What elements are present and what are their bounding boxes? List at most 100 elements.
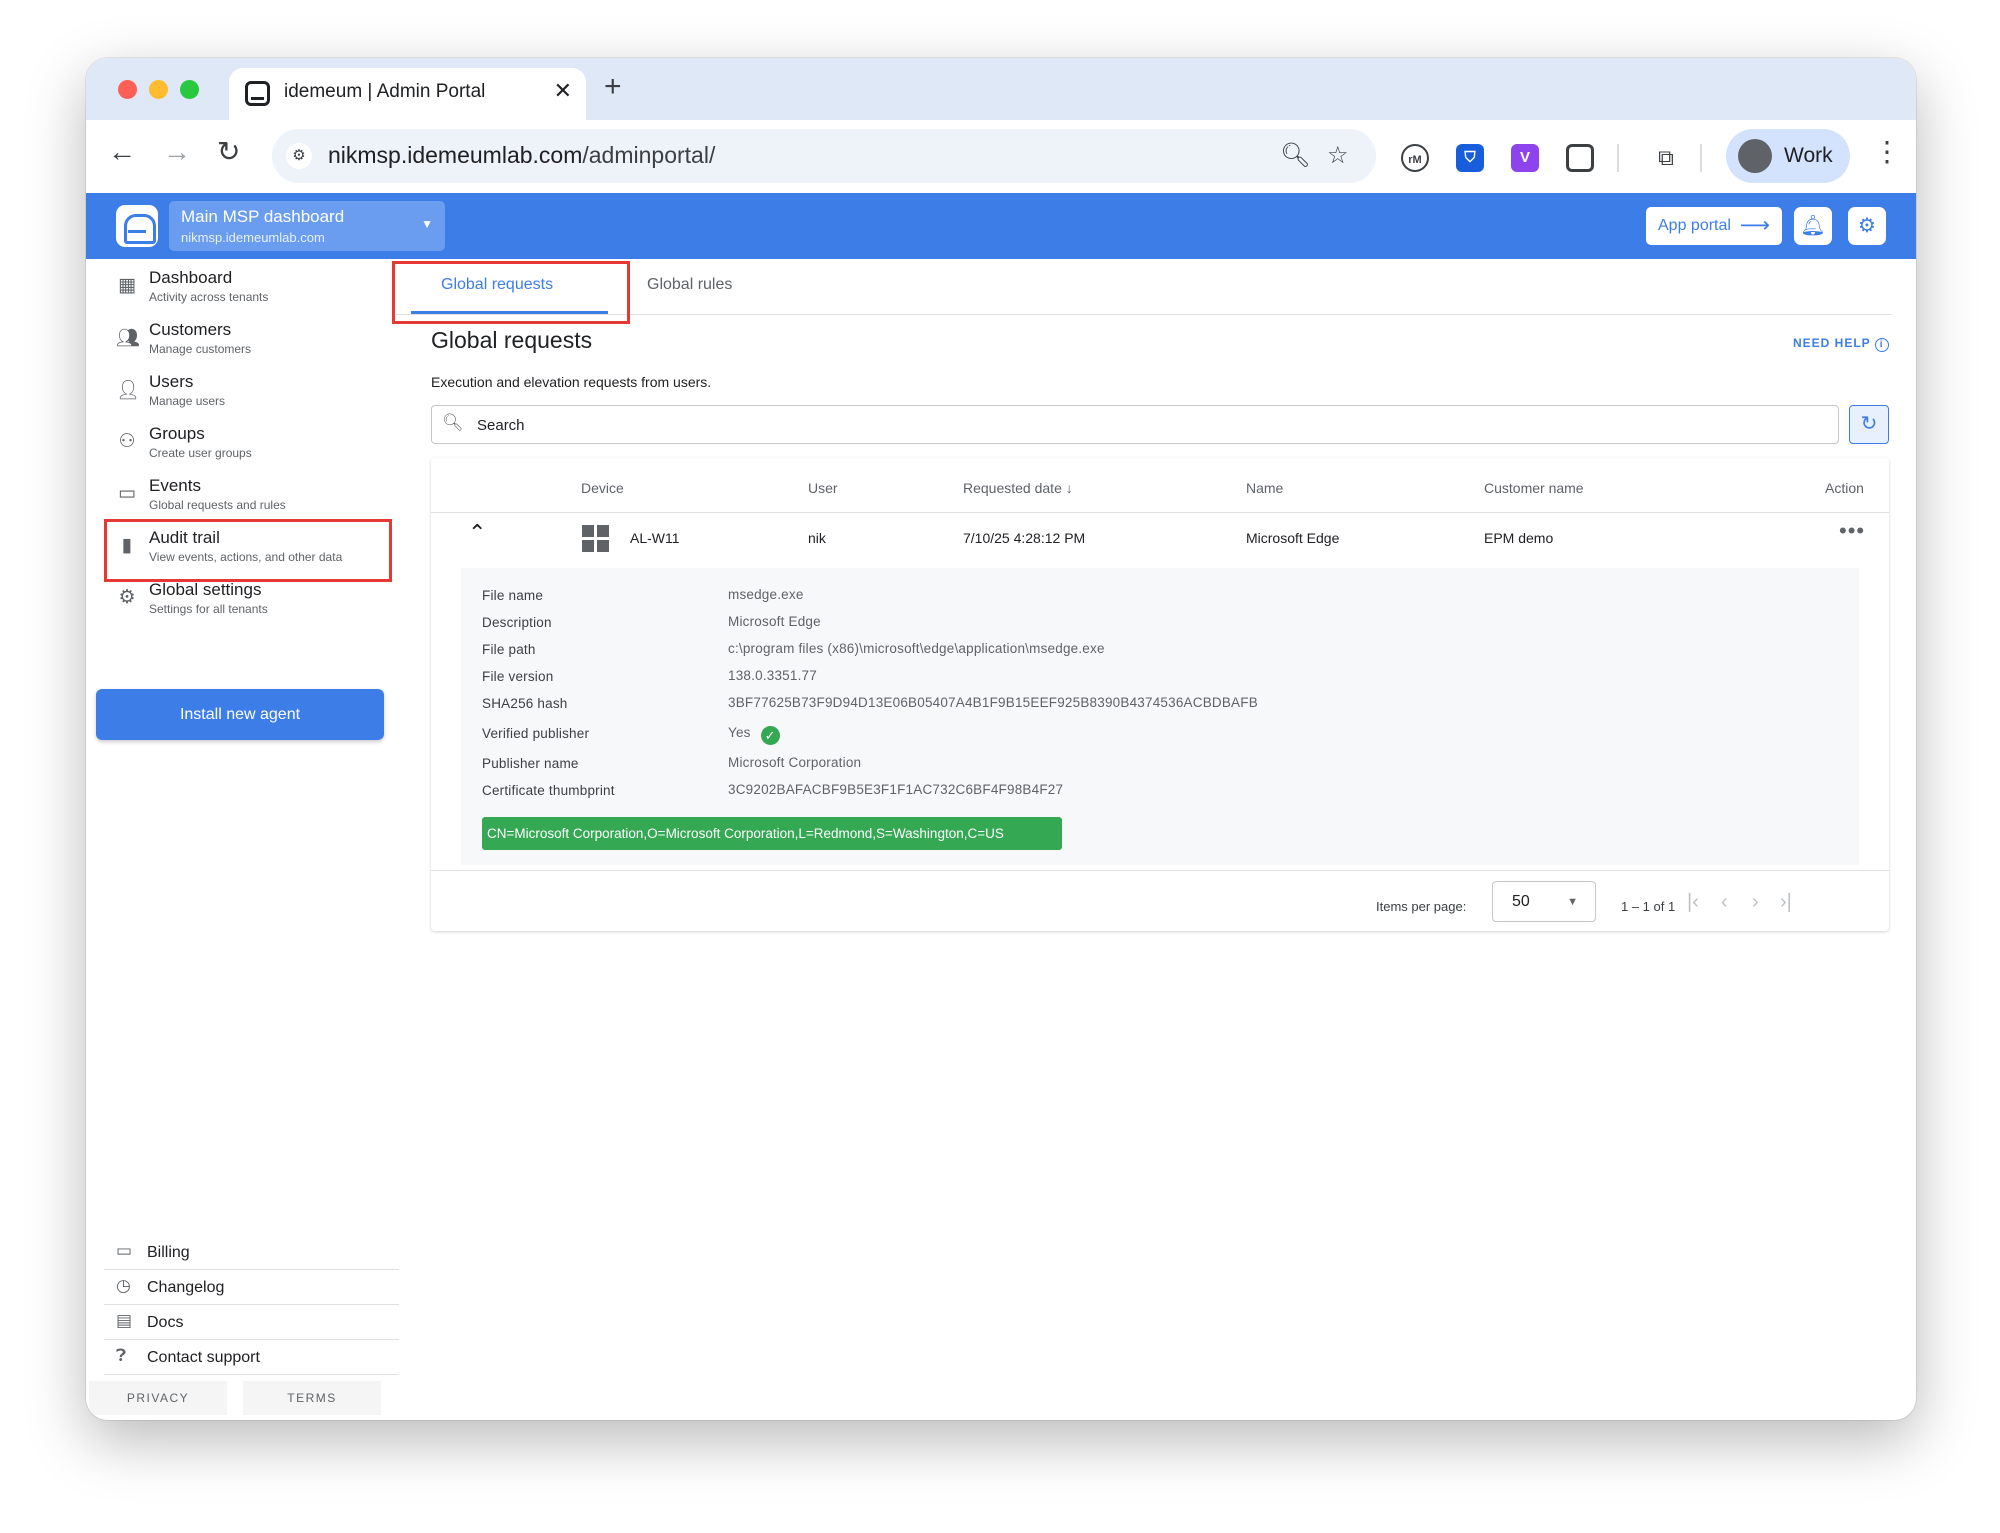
contact-support-link[interactable]: ❓︎ Contact support bbox=[104, 1341, 399, 1375]
new-tab-button[interactable]: + bbox=[604, 70, 622, 104]
certificate-subject-badge: CN=Microsoft Corporation,O=Microsoft Cor… bbox=[482, 817, 1062, 850]
column-header-action: Action bbox=[1825, 480, 1864, 496]
caret-down-icon: ▼ bbox=[421, 217, 433, 231]
notifications-bell-icon[interactable]: 🔔︎ bbox=[1794, 207, 1832, 245]
items-per-page-label: Items per page: bbox=[1376, 899, 1467, 914]
history-icon: ◷ bbox=[116, 1276, 131, 1295]
cell-requested-date: 7/10/25 4:28:12 PM bbox=[963, 530, 1086, 546]
maximize-window-button[interactable] bbox=[180, 80, 199, 99]
detail-label: File name bbox=[482, 588, 544, 603]
toolbar-divider bbox=[1700, 144, 1702, 172]
sidebar-item-dashboard[interactable]: ▦ Dashboard Activity across tenants bbox=[104, 266, 379, 316]
search-tab-icon[interactable]: ⧉ bbox=[1652, 144, 1680, 172]
v-extension-icon[interactable]: V bbox=[1511, 144, 1539, 172]
bitwarden-extension-icon[interactable]: ⛉ bbox=[1456, 144, 1484, 172]
terms-link[interactable]: TERMS bbox=[243, 1381, 381, 1415]
sidebar-item-subtitle: Activity across tenants bbox=[149, 290, 269, 304]
header-divider bbox=[431, 512, 1889, 513]
zoom-icon[interactable]: 🔍︎ bbox=[1280, 141, 1310, 170]
site-info-icon[interactable]: ⚙ bbox=[286, 143, 312, 169]
billing-link[interactable]: ▭ Billing bbox=[104, 1236, 399, 1270]
detail-label: Description bbox=[482, 615, 552, 630]
remarkable-extension-icon[interactable]: rM bbox=[1401, 144, 1429, 172]
sort-arrow-down-icon: ↓ bbox=[1065, 480, 1073, 496]
browser-menu-icon[interactable]: ⋮ bbox=[1873, 138, 1901, 166]
changelog-label: Changelog bbox=[147, 1279, 225, 1296]
tab-title: idemeum | Admin Portal bbox=[284, 81, 486, 102]
sidebar-item-title: Users bbox=[149, 372, 194, 391]
tab-global-rules[interactable]: Global rules bbox=[647, 276, 732, 294]
collapse-chevron-up-icon[interactable]: ⌃ bbox=[468, 520, 486, 546]
reload-button[interactable]: ↻ bbox=[217, 138, 240, 166]
caret-down-icon: ▼ bbox=[1567, 896, 1578, 908]
last-page-icon[interactable]: ›| bbox=[1780, 891, 1792, 914]
column-header-requested-date[interactable]: Requested date ↓ bbox=[963, 480, 1073, 496]
install-new-agent-button[interactable]: Install new agent bbox=[96, 689, 384, 740]
sidebar-item-groups[interactable]: ⚇ Groups Create user groups bbox=[104, 422, 379, 472]
sidebar-item-subtitle: Manage users bbox=[149, 394, 226, 408]
search-icon: 🔍︎ bbox=[442, 413, 464, 432]
tenant-title: Main MSP dashboard bbox=[181, 207, 345, 226]
detail-value: msedge.exe bbox=[728, 587, 804, 602]
settings-gear-icon[interactable]: ⚙ bbox=[1848, 207, 1886, 245]
column-header-user[interactable]: User bbox=[808, 480, 838, 496]
page-description: Execution and elevation requests from us… bbox=[431, 374, 712, 390]
close-window-button[interactable] bbox=[118, 80, 137, 99]
browser-window: idemeum | Admin Portal ✕ + ← → ↻ ⚙ nikms… bbox=[86, 58, 1916, 1420]
back-button[interactable]: ← bbox=[108, 138, 136, 166]
sidebar-item-events[interactable]: ▭ Events Global requests and rules bbox=[104, 474, 379, 524]
tenant-selector[interactable]: Main MSP dashboard nikmsp.idemeumlab.com… bbox=[169, 201, 445, 251]
browser-tab[interactable]: idemeum | Admin Portal ✕ bbox=[229, 68, 586, 120]
search-input[interactable]: 🔍︎ Search bbox=[431, 405, 1839, 444]
arrow-right-icon: ⟶ bbox=[1739, 214, 1770, 237]
profile-button[interactable]: Work bbox=[1726, 129, 1850, 183]
column-header-device[interactable]: Device bbox=[581, 480, 624, 496]
row-actions-menu-icon[interactable]: ••• bbox=[1839, 518, 1865, 544]
tab-highlight-box bbox=[392, 261, 630, 324]
changelog-link[interactable]: ◷ Changelog bbox=[104, 1271, 399, 1305]
url-path: /adminportal/ bbox=[582, 142, 716, 168]
cell-user: nik bbox=[808, 530, 826, 546]
items-per-page-value: 50 bbox=[1512, 893, 1530, 910]
verified-publisher-value: Yes ✓ bbox=[728, 725, 780, 745]
bookmark-star-icon[interactable]: ☆ bbox=[1327, 141, 1349, 170]
cell-name: Microsoft Edge bbox=[1246, 530, 1340, 546]
sidebar-item-users[interactable]: 👤︎ Users Manage users bbox=[104, 370, 379, 420]
billing-icon: ▭ bbox=[116, 1241, 133, 1260]
dashboard-icon: ▦ bbox=[118, 275, 136, 296]
address-bar[interactable]: ⚙ nikmsp.idemeumlab.com/adminportal/ 🔍︎ … bbox=[272, 129, 1376, 183]
need-help-label: NEED HELP bbox=[1793, 336, 1871, 350]
minimize-window-button[interactable] bbox=[149, 80, 168, 99]
next-page-icon[interactable]: › bbox=[1752, 891, 1759, 914]
detail-label: SHA256 hash bbox=[482, 696, 568, 711]
detail-value: Microsoft Corporation bbox=[728, 755, 862, 770]
idemeum-logo[interactable] bbox=[116, 205, 158, 247]
items-per-page-select[interactable]: 50 ▼ bbox=[1492, 881, 1596, 922]
previous-page-icon[interactable]: ‹ bbox=[1721, 891, 1728, 914]
paginator-divider bbox=[431, 870, 1889, 871]
url-text[interactable]: nikmsp.idemeumlab.com/adminportal/ bbox=[328, 142, 715, 169]
column-header-customer-name[interactable]: Customer name bbox=[1484, 480, 1584, 496]
privacy-link[interactable]: PRIVACY bbox=[89, 1381, 227, 1415]
refresh-button[interactable]: ↻ bbox=[1849, 405, 1889, 444]
search-placeholder: Search bbox=[477, 417, 525, 434]
detail-value: 138.0.3351.77 bbox=[728, 668, 817, 683]
tab-strip: idemeum | Admin Portal ✕ + bbox=[86, 58, 1916, 120]
sidebar-item-audit-trail[interactable]: ▮ Audit trail View events, actions, and … bbox=[104, 526, 379, 576]
first-page-icon[interactable]: |‹ bbox=[1687, 891, 1699, 914]
browser-toolbar: ← → ↻ ⚙ nikmsp.idemeumlab.com/adminporta… bbox=[86, 120, 1916, 193]
tenant-domain: nikmsp.idemeumlab.com bbox=[181, 230, 325, 245]
info-icon: i bbox=[1874, 338, 1889, 352]
extensions-puzzle-icon[interactable] bbox=[1566, 144, 1594, 172]
close-tab-icon[interactable]: ✕ bbox=[554, 78, 572, 104]
need-help-link[interactable]: NEED HELP i bbox=[1793, 336, 1889, 352]
forward-button[interactable]: → bbox=[163, 138, 191, 166]
app-portal-button[interactable]: App portal ⟶ bbox=[1646, 207, 1782, 245]
sidebar-item-customers[interactable]: 👥︎ Customers Manage customers bbox=[104, 318, 379, 368]
docs-link[interactable]: ▤ Docs bbox=[104, 1306, 399, 1340]
page-range: 1 – 1 of 1 bbox=[1621, 899, 1676, 914]
column-header-name[interactable]: Name bbox=[1246, 480, 1283, 496]
detail-label: Publisher name bbox=[482, 756, 579, 771]
groups-icon: ⚇ bbox=[118, 431, 136, 452]
sidebar-item-global-settings[interactable]: ⚙ Global settings Settings for all tenan… bbox=[104, 578, 379, 628]
